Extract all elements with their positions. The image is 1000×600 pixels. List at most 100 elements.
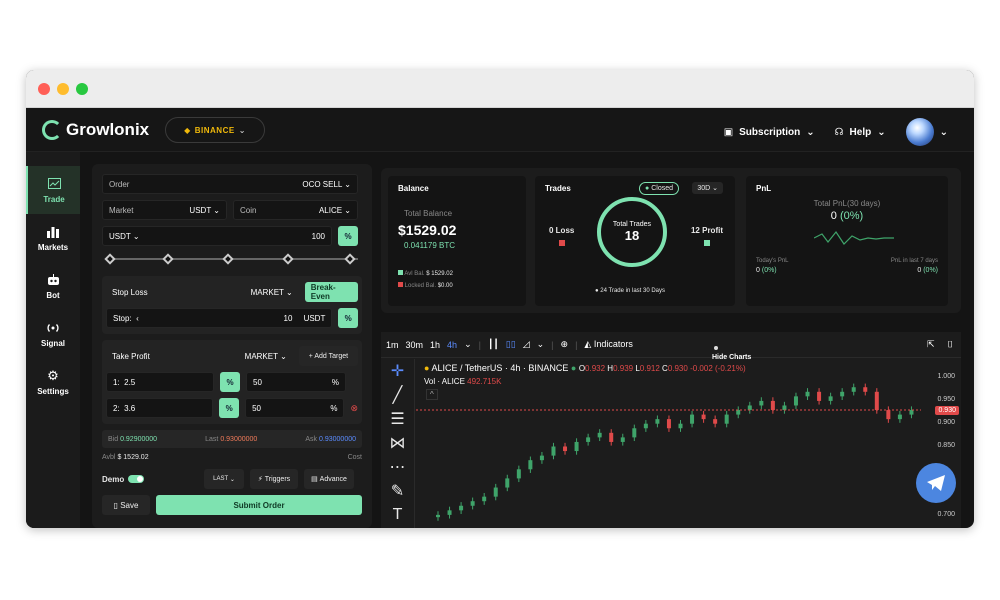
add-compare-icon[interactable]: ⊕ <box>561 339 569 350</box>
stop-percent-toggle[interactable]: % <box>338 308 358 328</box>
robot-icon <box>46 273 60 287</box>
trendline-icon[interactable]: ╱ <box>381 383 414 407</box>
target-amount: 50 <box>253 377 262 387</box>
stop-loss-type-select[interactable]: Stop Loss MARKET ⌄ <box>106 282 299 302</box>
price-axis: 1.000 0.950 0.930 0.900 0.850 0.700 <box>921 359 961 528</box>
chevron-down-icon[interactable]: ⌄ <box>537 339 545 350</box>
target-amount-unit: % <box>331 377 339 387</box>
candle-body <box>897 414 902 420</box>
indicators-button[interactable]: ◭ Indicators <box>584 339 632 350</box>
bar-style-icon[interactable]: ┃┃ <box>488 339 499 350</box>
target-2-price[interactable]: 2: 3.6 <box>106 398 214 418</box>
y-tick: 0.700 <box>937 511 955 518</box>
file-icon: ▯ <box>113 500 118 510</box>
market-select[interactable]: Market USDT ⌄ <box>102 200 227 220</box>
candle-body <box>666 419 671 429</box>
stop-label: Stop: ‹ <box>113 313 139 323</box>
target-1-price[interactable]: 1: 2.5 <box>106 372 214 392</box>
interval-30m[interactable]: 30m <box>406 340 424 350</box>
candles-svg <box>416 383 921 521</box>
telegram-button[interactable] <box>916 463 956 503</box>
pnl-sparkline <box>813 230 894 245</box>
crosshair-icon[interactable]: ✛ <box>381 359 414 383</box>
amount-input[interactable]: USDT ⌄ 100 <box>102 226 332 246</box>
chevron-down-icon[interactable]: ⌄ <box>464 339 472 350</box>
candle-body <box>886 410 891 420</box>
toggle-switch <box>128 475 145 483</box>
nav-item-settings[interactable]: ⚙ Settings <box>26 358 80 406</box>
cost-label: Cost <box>347 454 362 461</box>
interval-1h[interactable]: 1h <box>430 340 440 350</box>
period-select[interactable]: 30D ⌄ <box>692 182 723 194</box>
brand-logo[interactable]: Growlonix <box>42 120 149 140</box>
candle-body <box>805 391 810 397</box>
candle-body <box>493 487 498 497</box>
advance-button[interactable]: ▤ Advance <box>304 469 354 489</box>
remove-target-icon[interactable]: ⊗ <box>350 398 358 418</box>
submit-order-button[interactable]: Submit Order <box>156 495 362 515</box>
subscription-menu[interactable]: ▣ Subscription ⌄ <box>724 127 815 138</box>
total-pnl-label: Total PnL(30 days) <box>813 199 881 208</box>
maximize-window-button[interactable] <box>76 83 88 95</box>
exchange-label: BINANCE <box>194 125 235 135</box>
target-price: 1: 2.5 <box>113 377 136 387</box>
pattern-icon[interactable]: ⋈ <box>381 431 414 455</box>
target-2-amount[interactable]: 50% <box>245 398 345 418</box>
camera-icon[interactable]: ⌷ <box>948 339 953 350</box>
nav-item-trade[interactable]: Trade <box>26 166 80 214</box>
add-target-button[interactable]: + Add Target <box>298 346 358 366</box>
break-even-button[interactable]: Break-Even <box>304 282 358 302</box>
candle-style-icon[interactable]: ▯▯ <box>506 339 516 350</box>
candle-body <box>505 478 510 488</box>
candle-body <box>528 460 533 470</box>
brush-icon[interactable]: ✎ <box>381 479 414 503</box>
total-pnl-value: 0 (0%) <box>830 210 864 222</box>
field-label: Market <box>109 205 134 215</box>
signal-icon <box>46 321 60 335</box>
stop-input[interactable]: Stop: ‹ 10 USDT <box>106 308 333 328</box>
percent-toggle[interactable]: % <box>338 226 358 246</box>
target-1-amount[interactable]: 50% <box>246 372 346 392</box>
interval-1m[interactable]: 1m <box>386 340 399 350</box>
exchange-selector[interactable]: ◆ BINANCE ⌄ <box>165 117 265 143</box>
area-style-icon[interactable]: ◿ <box>523 339 530 350</box>
order-type-select[interactable]: Order OCO SELL ⌄ <box>102 174 358 194</box>
coin-select[interactable]: Coin ALICE ⌄ <box>233 200 358 220</box>
amount-value: 100 <box>311 231 325 241</box>
market-value: USDT ⌄ <box>189 205 220 215</box>
profile-menu[interactable]: ⌄ <box>905 118 948 146</box>
interval-4h[interactable]: 4h <box>447 340 457 350</box>
btc-balance: 0.041179 BTC <box>404 241 455 250</box>
headset-icon: ☊ <box>834 126 844 138</box>
close-window-button[interactable] <box>38 83 50 95</box>
target-2-percent[interactable]: % <box>219 398 240 418</box>
status-filter[interactable]: ● Closed <box>639 182 679 195</box>
fib-icon[interactable]: ⋯ <box>381 455 414 479</box>
minimize-window-button[interactable] <box>57 83 69 95</box>
target-amount-unit: % <box>330 403 338 413</box>
amount-unit: USDT ⌄ <box>109 231 140 241</box>
candle-body <box>724 414 729 424</box>
candle-body <box>770 400 775 411</box>
nav-item-signal[interactable]: Signal <box>26 310 80 358</box>
popout-icon[interactable]: ⇱ <box>927 339 935 350</box>
nav-item-bot[interactable]: Bot <box>26 262 80 310</box>
candle-body <box>436 514 440 518</box>
candlestick-chart[interactable]: ● ALICE / TetherUS · 4h · BINANCE ● O0.9… <box>416 359 921 528</box>
help-menu[interactable]: ☊ Help ⌄ <box>835 127 886 138</box>
take-profit-type-select[interactable]: Take Profit MARKET ⌄ <box>106 346 293 366</box>
text-tool-icon[interactable]: T <box>381 503 414 527</box>
candle-body <box>459 505 464 511</box>
horizontal-lines-icon[interactable]: ☰ <box>381 407 414 431</box>
nav-item-markets[interactable]: Markets <box>26 214 80 262</box>
save-button[interactable]: ▯ Save <box>102 495 150 515</box>
triggers-button[interactable]: ⚡ Triggers <box>250 469 298 489</box>
demo-toggle[interactable]: Demo <box>102 475 198 484</box>
last-price-select[interactable]: LAST ⌄ <box>204 469 244 489</box>
target-1-percent[interactable]: % <box>220 372 240 392</box>
gear-icon: ⚙ <box>47 367 59 383</box>
hide-charts-tooltip[interactable]: Hide Charts <box>712 346 751 361</box>
candle-body <box>470 501 475 506</box>
amount-slider[interactable] <box>104 252 358 266</box>
pnl-period-values: 0 (0%) 0 (0%) <box>756 267 938 274</box>
